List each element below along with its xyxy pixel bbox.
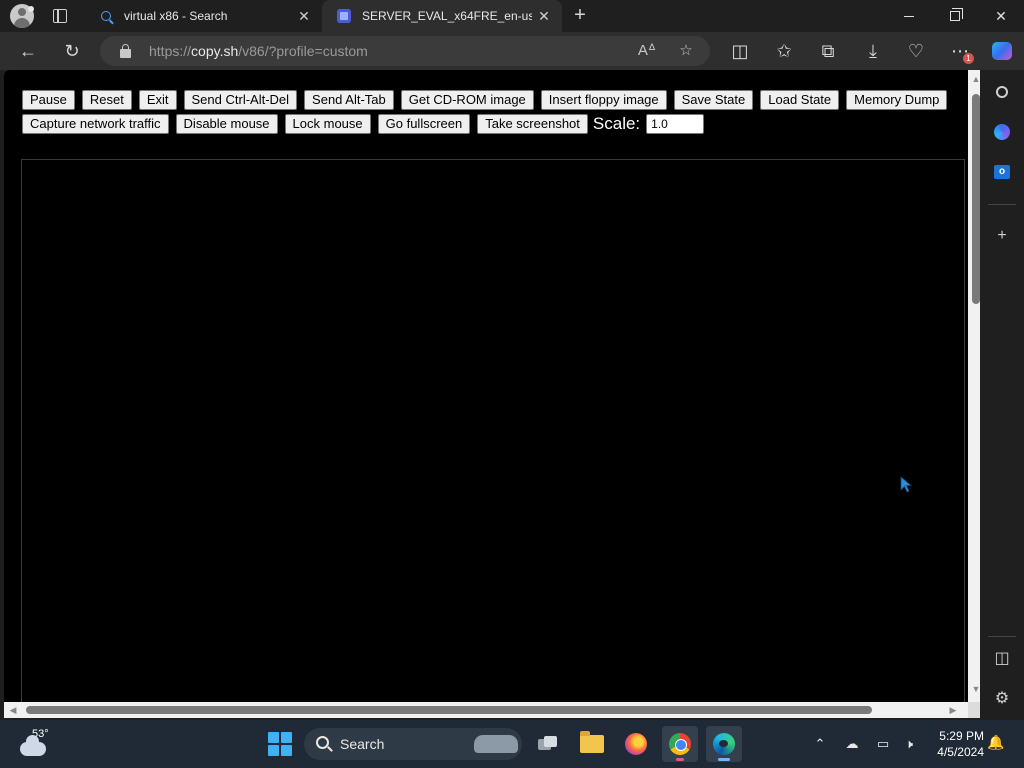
notification-badge: 1 — [963, 53, 974, 64]
get-cdrom-image-button[interactable]: Get CD-ROM image — [400, 90, 534, 110]
sidebar-divider — [988, 636, 1016, 637]
chrome-icon[interactable] — [662, 726, 698, 762]
task-view-icon[interactable] — [530, 726, 566, 762]
start-icon[interactable] — [268, 732, 292, 756]
sidebar-divider — [988, 204, 1016, 205]
minimize-button[interactable] — [886, 0, 932, 32]
new-tab-icon[interactable]: + — [568, 4, 592, 28]
copilot-icon[interactable] — [988, 38, 1016, 64]
url-text[interactable]: https://copy.sh/v86/?profile=custom — [149, 43, 368, 59]
cloud-icon — [20, 735, 46, 756]
go-fullscreen-button[interactable]: Go fullscreen — [377, 114, 471, 134]
exit-button[interactable]: Exit — [138, 90, 177, 110]
clock[interactable]: 5:29 PM 4/5/2024 — [928, 728, 984, 760]
horizontal-scrollbar[interactable]: ◀ ▶ — [4, 702, 968, 718]
collections-icon[interactable]: ⧉ — [814, 38, 842, 64]
scroll-up-icon[interactable]: ▲ — [971, 74, 980, 84]
file-explorer-icon[interactable] — [574, 726, 610, 762]
web-page: Pause Reset Exit Send Ctrl-Alt-Del Send … — [4, 70, 980, 718]
search-icon — [98, 8, 114, 24]
favorites-icon[interactable]: ✩ — [770, 38, 798, 64]
scroll-right-icon[interactable]: ▶ — [948, 705, 958, 715]
chevron-up-icon[interactable]: ⌃ — [810, 734, 830, 754]
tab-search[interactable]: virtual x86 - Search ✕ — [84, 0, 322, 32]
running-indicator — [676, 758, 684, 761]
url-host: copy.sh — [191, 43, 239, 59]
read-aloud-icon[interactable]: Aᐞ — [636, 40, 658, 62]
weather-widget[interactable]: 53° — [18, 728, 58, 762]
lock-mouse-button[interactable]: Lock mouse — [284, 114, 371, 134]
copilot-icon[interactable] — [990, 120, 1014, 144]
browser-essentials-icon[interactable]: ♡ — [902, 38, 930, 64]
taskbar-search[interactable]: Search — [304, 728, 522, 760]
v86-controls-row-1: Pause Reset Exit Send Ctrl-Alt-Del Send … — [22, 90, 954, 110]
v86-icon — [336, 8, 352, 24]
running-indicator — [718, 758, 730, 761]
tab-title: SERVER_EVAL_x64FRE_en-us.iso — [362, 9, 532, 23]
edge-icon[interactable] — [706, 726, 742, 762]
restore-button[interactable] — [932, 0, 978, 32]
tab-actions-icon[interactable] — [53, 9, 67, 23]
scale-label: Scale: — [592, 114, 641, 133]
search-icon[interactable] — [990, 80, 1014, 104]
tab-iso[interactable]: SERVER_EVAL_x64FRE_en-us.iso ✕ — [322, 0, 562, 32]
pause-button[interactable]: Pause — [22, 90, 75, 110]
scale-input[interactable] — [646, 114, 705, 134]
emulator-screen[interactable] — [21, 159, 965, 718]
notification-bell-icon[interactable]: 🔔 — [986, 734, 1006, 754]
search-icon — [316, 736, 329, 749]
insert-floppy-image-button[interactable]: Insert floppy image — [540, 90, 667, 110]
onedrive-icon[interactable]: ☁ — [842, 734, 862, 754]
refresh-icon[interactable]: ↻ — [58, 38, 86, 64]
reset-button[interactable]: Reset — [81, 90, 132, 110]
outlook-icon[interactable]: o — [990, 160, 1014, 184]
search-highlight-icon — [474, 735, 518, 753]
taskbar-search-label: Search — [340, 736, 385, 752]
tab-title: virtual x86 - Search — [124, 9, 228, 23]
horizontal-scroll-thumb[interactable] — [26, 706, 872, 714]
profile-status-dot — [28, 6, 34, 12]
settings-icon[interactable]: ⚙ — [990, 686, 1014, 710]
scroll-down-icon[interactable]: ▼ — [971, 684, 980, 694]
save-state-button[interactable]: Save State — [673, 90, 754, 110]
send-ctrl-alt-del-button[interactable]: Send Ctrl-Alt-Del — [183, 90, 298, 110]
back-icon[interactable]: ← — [14, 38, 42, 64]
capture-network-traffic-button[interactable]: Capture network traffic — [22, 114, 169, 134]
clock-date: 4/5/2024 — [937, 745, 984, 759]
browser-toolbar: ← ↻ https://copy.sh/v86/?profile=custom … — [0, 32, 1024, 70]
mouse-cursor-icon — [900, 476, 913, 493]
downloads-icon[interactable]: ⤓ — [859, 38, 887, 64]
lock-icon[interactable] — [120, 44, 131, 58]
favorite-star-icon[interactable]: ☆ — [675, 40, 697, 62]
volume-muted-icon[interactable]: 🕨 — [899, 734, 919, 754]
close-icon[interactable]: ✕ — [292, 8, 316, 25]
url-scheme: https:// — [149, 43, 192, 59]
close-icon[interactable]: ✕ — [532, 8, 556, 25]
browser-tab-bar: virtual x86 - Search ✕ SERVER_EVAL_x64FR… — [0, 0, 1024, 32]
firefox-icon[interactable] — [618, 726, 654, 762]
address-bar[interactable]: https://copy.sh/v86/?profile=custom Aᐞ ☆ — [100, 36, 710, 66]
memory-dump-button[interactable]: Memory Dump — [846, 90, 948, 110]
close-window-button[interactable]: ✕ — [978, 0, 1024, 32]
vertical-scroll-thumb[interactable] — [972, 94, 980, 304]
edge-sidebar: o + ◫ ⚙ — [980, 70, 1024, 718]
windows-taskbar: 53° Search ⌃ ☁ ▭ 🕨 5:29 PM 4/5/2024 🔔 — [0, 720, 1024, 768]
scrollbar-corner — [968, 702, 980, 718]
network-icon[interactable]: ▭ — [873, 734, 893, 754]
split-screen-icon[interactable]: ◫ — [726, 38, 754, 64]
v86-controls-row-2: Capture network traffic Disable mouse Lo… — [22, 114, 705, 134]
vertical-scrollbar[interactable]: ▲ ▼ — [968, 70, 980, 702]
add-icon[interactable]: + — [990, 224, 1014, 248]
scroll-left-icon[interactable]: ◀ — [8, 705, 18, 715]
send-alt-tab-button[interactable]: Send Alt-Tab — [304, 90, 394, 110]
disable-mouse-button[interactable]: Disable mouse — [175, 114, 278, 134]
url-path: /v86/?profile=custom — [238, 43, 368, 59]
load-state-button[interactable]: Load State — [760, 90, 840, 110]
sidebar-toggle-icon[interactable]: ◫ — [990, 646, 1014, 670]
take-screenshot-button[interactable]: Take screenshot — [477, 114, 588, 134]
clock-time: 5:29 PM — [939, 729, 984, 743]
